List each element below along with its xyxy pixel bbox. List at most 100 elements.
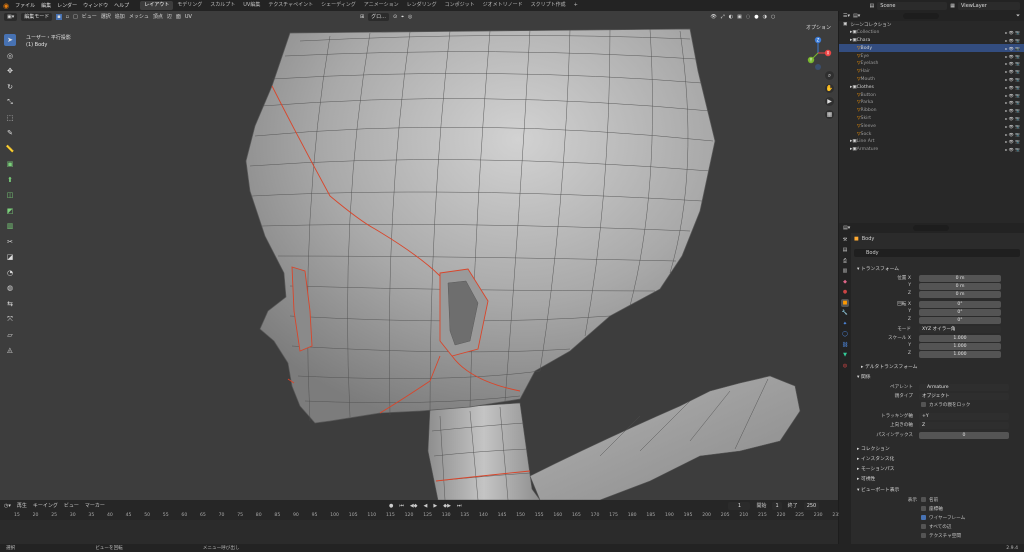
mesh-model[interactable]	[0, 11, 838, 500]
visibility-toggle-icon[interactable]: ▸ 👁 📷	[1005, 100, 1020, 105]
add-cube-tool-icon[interactable]: ▣	[4, 158, 16, 170]
render-tab-icon[interactable]: ▤	[841, 246, 849, 254]
workspace-tab-scripting[interactable]: スクリプト作成	[527, 1, 570, 10]
move-tool-icon[interactable]: ✥	[4, 65, 16, 77]
visibility-toggle-icon[interactable]: ▸ 👁 📷	[1005, 108, 1020, 113]
data-tab-icon[interactable]: ▼	[841, 351, 849, 359]
start-frame-field[interactable]: 1	[772, 501, 782, 510]
knife-tool-icon[interactable]: ✂	[4, 236, 16, 248]
location-y-field[interactable]: 0 m	[919, 283, 1001, 290]
outliner-row[interactable]: ▸ ▣ Clothes ▸ 👁 📷	[839, 83, 1024, 91]
transform-tool-icon[interactable]: ⬚	[4, 112, 16, 124]
relations-section-header[interactable]: ▾ 関係	[857, 373, 871, 380]
material-tab-icon[interactable]: ◍	[841, 362, 849, 370]
timeline-menu-playback[interactable]: 再生	[17, 502, 27, 509]
rotation-z-field[interactable]: 0°	[919, 317, 1001, 324]
visibility-section-header[interactable]: ▸ 可視性	[857, 475, 875, 482]
viewport-menu-view[interactable]: ビュー	[82, 13, 97, 20]
viewport-menu-vertex[interactable]: 頂点	[153, 13, 163, 20]
workspace-tab-compositing[interactable]: コンポジット	[441, 1, 479, 10]
outliner-row[interactable]: ▽ Button ▸ 👁 📷	[839, 91, 1024, 99]
tracking-axis-dropdown[interactable]: +Y	[919, 413, 1009, 420]
outliner-search-input[interactable]	[903, 13, 940, 19]
workspace-tab-sculpt[interactable]: スカルプト	[206, 1, 239, 10]
world-tab-icon[interactable]: ●	[841, 288, 849, 296]
pass-index-field[interactable]: 0	[919, 432, 1009, 439]
blender-logo-icon[interactable]: ◉	[0, 2, 12, 10]
workspace-tab-shading[interactable]: シェーディング	[317, 1, 360, 10]
visibility-toggle-icon[interactable]: ▸ 👁 📷	[1005, 61, 1020, 66]
polybuild-tool-icon[interactable]: ◪	[4, 251, 16, 263]
workspace-tab-layout[interactable]: レイアウト	[140, 1, 174, 10]
select-edge-icon[interactable]: ▫	[66, 14, 69, 20]
spin-tool-icon[interactable]: ◔	[4, 267, 16, 279]
gizmo-neg-z-axis[interactable]	[815, 64, 821, 70]
viewport-menu-edge[interactable]: 辺	[167, 13, 172, 20]
inset-tool-icon[interactable]: ◫	[4, 189, 16, 201]
tool-tab-icon[interactable]: ⚒	[841, 236, 849, 244]
visibility-toggle-icon[interactable]: ▸ 👁 📷	[1005, 85, 1020, 90]
shading-wire-icon[interactable]: ◌	[746, 14, 750, 20]
visibility-toggle-icon[interactable]: ▸ 👁 📷	[1005, 93, 1020, 98]
play-reverse-icon[interactable]: ◀	[424, 503, 428, 509]
visibility-toggle-icon[interactable]: ▸ 👁 📷	[1005, 124, 1020, 129]
workspace-tab-animation[interactable]: アニメーション	[360, 1, 403, 10]
visibility-toggle-icon[interactable]: ▸ 👁 📷	[1005, 139, 1020, 144]
location-z-field[interactable]: 0 m	[919, 291, 1001, 298]
outliner[interactable]: ☰▾ ▤▾ ⏷ ▣ シーンコレクション ▸ ▣ Collection ▸ 👁 📷 ▸…	[839, 11, 1024, 233]
properties-editor[interactable]: ▤▾ ⚒ ▤ ⎙ ▥ ◆ ● ■ 🔧 ✦ ◯ ⛓ ▼ ◍ ■ Body Body…	[839, 223, 1024, 544]
visibility-toggle-icon[interactable]: ▸ 👁 📷	[1005, 147, 1020, 152]
object-tab-icon[interactable]: ■	[841, 298, 849, 307]
outliner-row[interactable]: ▽ Mouth ▸ 👁 📷	[839, 76, 1024, 84]
lock-camera-checkbox[interactable]	[921, 402, 926, 407]
transform-section-header[interactable]: ▾ トランスフォーム	[857, 265, 899, 272]
timeline-menu-marker[interactable]: マーカー	[85, 502, 105, 509]
visibility-toggle-icon[interactable]: ▸ 👁 📷	[1005, 77, 1020, 82]
outliner-row[interactable]: ▽ Sock ▸ 👁 📷	[839, 130, 1024, 138]
visibility-toggle-icon[interactable]: ▸ 👁 📷	[1005, 38, 1020, 43]
shading-solid-icon[interactable]: ●	[754, 14, 758, 20]
measure-tool-icon[interactable]: 📏	[4, 143, 16, 155]
overlay-icon[interactable]: ◐	[729, 14, 733, 20]
current-frame-field[interactable]: 1	[728, 501, 751, 510]
rip-tool-icon[interactable]: ◬	[4, 344, 16, 356]
visibility-toggle-icon[interactable]: ▸ 👁 📷	[1005, 132, 1020, 137]
select-vertex-icon[interactable]: ▪	[56, 13, 62, 20]
constraints-tab-icon[interactable]: ⛓	[841, 341, 849, 349]
outliner-row[interactable]: ▸ ▣ Chara ▸ 👁 📷	[839, 37, 1024, 45]
outliner-row[interactable]: ▽ Sleeve ▸ 👁 📷	[839, 122, 1024, 130]
visibility-toggle-icon[interactable]: ▸ 👁 📷	[1005, 46, 1020, 51]
extrude-tool-icon[interactable]: ⬆	[4, 174, 16, 186]
frame-ruler[interactable]: 15 20 25 30 35 40 45 50 55 60 65 70 75 80 85 90 95 100 105…	[0, 511, 841, 520]
outliner-row[interactable]: ▸ ▣ Line Art ▸ 👁 📷	[839, 138, 1024, 146]
3d-viewport[interactable]: ▣▾ 編集モード ▪ ▫ □ ビュー 選択 追加 メッシュ 頂点 辺 面 UV …	[0, 11, 838, 500]
properties-search-input[interactable]	[913, 225, 950, 231]
visibility-toggle-icon[interactable]: ▸ 👁 📷	[1005, 116, 1020, 121]
navigation-gizmo[interactable]: Z X Y	[806, 35, 832, 71]
viewport-menu-select[interactable]: 選択	[101, 13, 111, 20]
viewport-menu-face[interactable]: 面	[176, 13, 181, 20]
parent-field[interactable]: Armature	[919, 384, 1009, 391]
physics-tab-icon[interactable]: ◯	[841, 330, 849, 338]
scene-tab-icon[interactable]: ◆	[841, 278, 849, 286]
cursor-tool-icon[interactable]: ➤	[4, 34, 16, 46]
view-layer-tab-icon[interactable]: ▥	[841, 267, 849, 275]
timeline-editor-icon[interactable]: ◷▾	[4, 503, 11, 509]
perspective-grid-icon[interactable]: ▦	[825, 110, 834, 119]
select-face-icon[interactable]: □	[73, 14, 78, 20]
viewport-menu-uv[interactable]: UV	[185, 14, 192, 20]
workspace-tab-uv[interactable]: UV編集	[239, 1, 264, 10]
motion-paths-section-header[interactable]: ▸ モーションパス	[857, 465, 894, 472]
play-icon[interactable]: ▶	[433, 503, 437, 509]
display-option-checkbox[interactable]	[921, 533, 926, 538]
object-name-field[interactable]: Body	[854, 249, 1020, 257]
pan-hand-icon[interactable]: ✋	[825, 84, 834, 93]
next-key-icon[interactable]: ◆▶	[443, 503, 451, 509]
edge-slide-tool-icon[interactable]: ⇆	[4, 298, 16, 310]
particles-tab-icon[interactable]: ✦	[841, 320, 849, 328]
collections-section-header[interactable]: ▸ コレクション	[857, 445, 890, 452]
display-option-checkbox[interactable]	[921, 515, 926, 520]
display-option-checkbox[interactable]	[921, 497, 926, 502]
outliner-row[interactable]: ▸ ▣ Collection ▸ 👁 📷	[839, 29, 1024, 37]
outliner-row[interactable]: ▽ Body ▸ 👁 📷	[839, 44, 1024, 53]
